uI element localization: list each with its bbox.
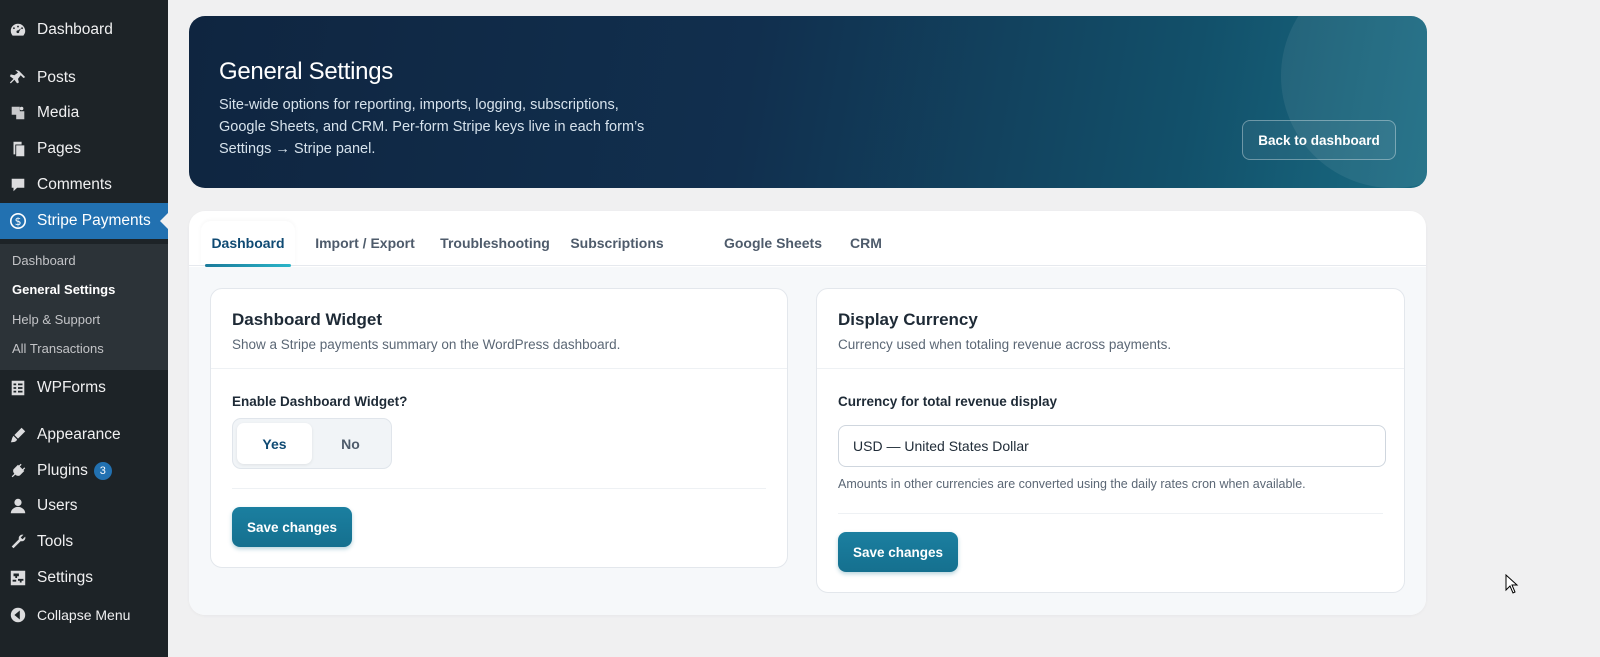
tab-content: Dashboard Widget Show a Stripe payments … — [189, 267, 1426, 615]
submenu-item-general-settings[interactable]: General Settings — [12, 282, 115, 297]
menu-item-appearance[interactable]: Appearance — [0, 417, 168, 453]
back-to-dashboard-button[interactable]: Back to dashboard — [1242, 120, 1396, 160]
pages-icon — [8, 139, 28, 159]
menu-label: Settings — [37, 569, 94, 586]
tab-google-sheets[interactable]: Google Sheets — [718, 221, 828, 265]
settings-hero: General Settings Site-wide options for r… — [189, 16, 1427, 188]
menu-label: Dashboard — [37, 21, 113, 38]
menu-label: Collapse Menu — [37, 607, 131, 623]
menu-label: Users — [37, 497, 78, 514]
dollar-icon: $ — [8, 211, 28, 231]
active-indicator — [160, 213, 168, 229]
currency-select-value: USD — United States Dollar — [853, 438, 1029, 454]
currency-select[interactable]: USD — United States Dollar — [838, 425, 1386, 467]
menu-item-media[interactable]: Media — [0, 95, 168, 131]
dashboard-icon — [8, 20, 28, 40]
settings-icon — [8, 568, 28, 588]
tab-crm[interactable]: CRM — [844, 221, 888, 265]
menu-label: Posts — [37, 69, 76, 86]
plugins-update-badge: 3 — [93, 462, 112, 480]
card-subtitle: Show a Stripe payments summary on the Wo… — [232, 337, 621, 352]
card-subtitle: Currency used when totaling revenue acro… — [838, 337, 1172, 352]
tab-dashboard[interactable]: Dashboard — [201, 221, 295, 267]
mouse-cursor-icon — [1505, 574, 1519, 594]
menu-label: Media — [37, 104, 80, 121]
field-label: Currency for total revenue display — [838, 394, 1058, 409]
menu-item-posts[interactable]: Posts — [0, 60, 168, 96]
plugin-icon — [8, 461, 28, 481]
menu-label: Pages — [37, 140, 81, 157]
menu-item-collapse[interactable]: Collapse Menu — [0, 597, 168, 633]
divider — [232, 488, 766, 489]
card-title: Dashboard Widget — [232, 310, 383, 329]
menu-item-comments[interactable]: Comments — [0, 167, 168, 203]
field-label: Enable Dashboard Widget? — [232, 394, 408, 409]
settings-tabs: Dashboard Import / Export Troubleshootin… — [189, 211, 1426, 267]
tab-troubleshooting[interactable]: Troubleshooting — [437, 221, 553, 265]
save-button[interactable]: Save changes — [838, 532, 958, 572]
tab-import-export[interactable]: Import / Export — [305, 221, 425, 265]
menu-item-plugins[interactable]: Plugins 3 — [0, 453, 168, 489]
pin-icon — [8, 68, 28, 88]
decorative-circle — [1281, 16, 1427, 188]
save-button[interactable]: Save changes — [232, 507, 352, 547]
menu-label: Plugins — [37, 462, 88, 479]
menu-label: WPForms — [37, 379, 106, 396]
submenu-item-help-support[interactable]: Help & Support — [12, 312, 100, 327]
menu-item-tools[interactable]: Tools — [0, 524, 168, 560]
media-icon — [8, 103, 28, 123]
currency-hint: Amounts in other currencies are converte… — [838, 477, 1306, 491]
wrench-icon — [8, 532, 28, 552]
menu-label: Appearance — [37, 426, 121, 443]
user-icon — [8, 496, 28, 516]
menu-label: Stripe Payments — [37, 212, 151, 229]
menu-item-stripe-payments[interactable]: $ Stripe Payments — [0, 203, 168, 239]
widget-toggle: Yes No — [232, 418, 392, 469]
brush-icon — [8, 425, 28, 445]
card-header: Dashboard Widget Show a Stripe payments … — [211, 289, 787, 369]
menu-item-users[interactable]: Users — [0, 488, 168, 524]
divider — [838, 513, 1383, 514]
toggle-no[interactable]: No — [313, 423, 388, 464]
menu-item-wpforms[interactable]: WPForms — [0, 370, 168, 406]
card-header: Display Currency Currency used when tota… — [817, 289, 1404, 369]
menu-label: Tools — [37, 533, 74, 550]
collapse-icon — [8, 605, 28, 625]
submenu-item-dashboard[interactable]: Dashboard — [12, 253, 76, 268]
submenu-item-all-transactions[interactable]: All Transactions — [12, 341, 104, 356]
comment-icon — [8, 175, 28, 195]
menu-item-dashboard[interactable]: Dashboard — [0, 12, 168, 48]
svg-text:$: $ — [15, 215, 22, 228]
dashboard-widget-card: Dashboard Widget Show a Stripe payments … — [210, 288, 788, 568]
page-title: General Settings — [219, 58, 393, 85]
card-title: Display Currency — [838, 310, 978, 329]
menu-label: Comments — [37, 176, 112, 193]
page-description: Site-wide options for reporting, imports… — [219, 97, 645, 157]
toggle-yes[interactable]: Yes — [237, 423, 312, 464]
menu-item-settings[interactable]: Settings — [0, 560, 168, 596]
stripe-submenu: Dashboard General Settings Help & Suppor… — [0, 244, 168, 370]
admin-sidebar: Dashboard Posts Media Pages Comments $ S… — [0, 0, 168, 657]
menu-item-pages[interactable]: Pages — [0, 131, 168, 167]
display-currency-card: Display Currency Currency used when tota… — [816, 288, 1405, 593]
form-icon — [8, 378, 28, 398]
tab-subscriptions[interactable]: Subscriptions — [567, 221, 667, 265]
settings-panel: Dashboard Import / Export Troubleshootin… — [189, 211, 1426, 615]
